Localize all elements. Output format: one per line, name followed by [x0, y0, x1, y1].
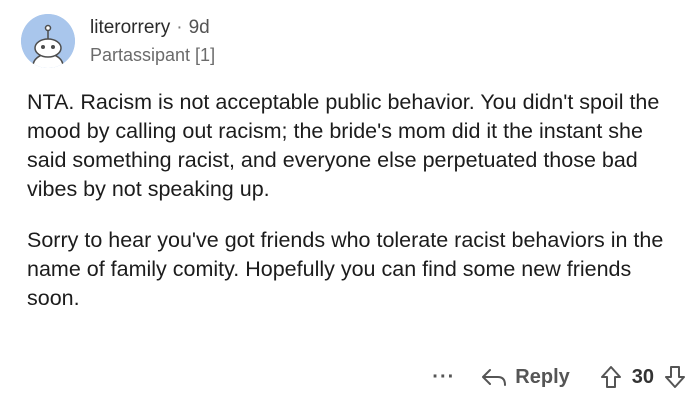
comment-age: 9d — [188, 17, 210, 38]
comment-paragraph: Sorry to hear you've got friends who tol… — [27, 228, 664, 310]
comment-actions: ··· Reply 30 — [432, 362, 686, 392]
more-options-button[interactable]: ··· — [432, 366, 455, 389]
comment-body: NTA. Racism is not acceptable public beh… — [27, 88, 677, 335]
reply-icon — [482, 369, 507, 386]
vote-controls: 30 — [600, 365, 686, 389]
avatar-icon[interactable] — [21, 14, 75, 68]
comment-paragraph: NTA. Racism is not acceptable public beh… — [27, 90, 660, 201]
reply-label: Reply — [515, 365, 570, 388]
vote-count: 30 — [631, 365, 654, 388]
user-flair: Partassipant [1] — [90, 45, 216, 65]
downvote-icon[interactable] — [664, 365, 686, 389]
upvote-icon[interactable] — [600, 365, 622, 389]
comment-header: literorrery · 9d — [90, 17, 210, 39]
username-link[interactable]: literorrery — [90, 17, 170, 38]
reply-button[interactable]: Reply — [481, 365, 570, 389]
header-separator: · — [176, 17, 183, 38]
